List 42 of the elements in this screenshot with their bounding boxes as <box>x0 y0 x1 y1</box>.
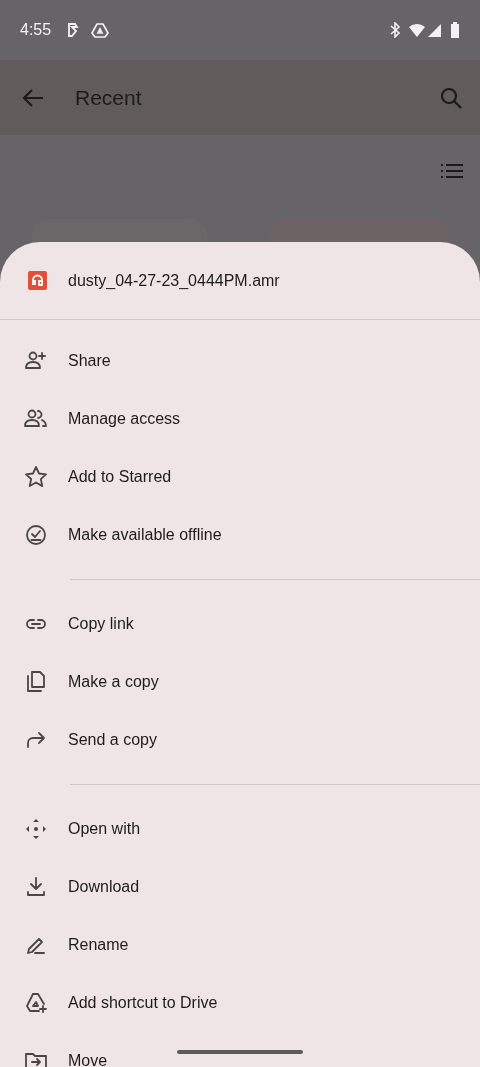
drive-notification-icon <box>91 22 110 38</box>
menu-item[interactable]: Make a copy <box>0 653 480 711</box>
move-arrows-icon <box>24 817 48 841</box>
menu-item-label: Manage access <box>68 409 181 429</box>
menu-item-label: Share <box>68 351 111 371</box>
back-arrow-icon[interactable] <box>22 87 44 108</box>
search-icon[interactable] <box>440 86 462 109</box>
signal-icon <box>428 22 442 38</box>
menu-item[interactable]: Move <box>0 1032 480 1067</box>
menu-item[interactable]: Copy link <box>0 595 480 653</box>
list-view-icon[interactable] <box>441 163 463 179</box>
menu-item-label: Copy link <box>68 614 134 634</box>
battery-icon <box>450 22 460 38</box>
copy-icon <box>24 670 48 694</box>
audio-file-icon <box>28 271 47 290</box>
menu-item[interactable]: Make available offline <box>0 506 480 564</box>
menu-item-label: Move <box>68 1051 108 1067</box>
menu-item-label: Make available offline <box>68 525 222 545</box>
menu-item-label: Add shortcut to Drive <box>68 993 218 1013</box>
menu-item[interactable]: Manage access <box>0 390 480 448</box>
menu-item-label: Rename <box>68 935 129 955</box>
bluetooth-icon <box>388 22 402 38</box>
menu-item-label: Send a copy <box>68 730 157 750</box>
drive-shortcut-icon <box>24 991 48 1015</box>
status-time: 4:55 <box>20 20 52 40</box>
menu-item-label: Make a copy <box>68 672 159 692</box>
file-name: dusty_04-27-23_0444PM.amr <box>68 270 280 291</box>
menu-item[interactable]: Send a copy <box>0 711 480 769</box>
menu-item[interactable]: Add shortcut to Drive <box>0 974 480 1032</box>
offline-check-icon <box>24 523 48 547</box>
menu-item[interactable]: Add to Starred <box>0 448 480 506</box>
menu-item[interactable]: Rename <box>0 916 480 974</box>
menu-item-label: Download <box>68 877 140 897</box>
menu-item-label: Open with <box>68 819 141 839</box>
download-icon <box>24 875 48 899</box>
menu-item[interactable]: Download <box>0 858 480 916</box>
menu-item-label: Add to Starred <box>68 467 172 487</box>
star-icon <box>24 465 48 489</box>
wifi-icon <box>408 22 426 38</box>
menu-item[interactable]: Open with <box>0 800 480 858</box>
screen-title: Recent <box>75 84 142 111</box>
menu-item[interactable]: Share <box>0 332 480 390</box>
